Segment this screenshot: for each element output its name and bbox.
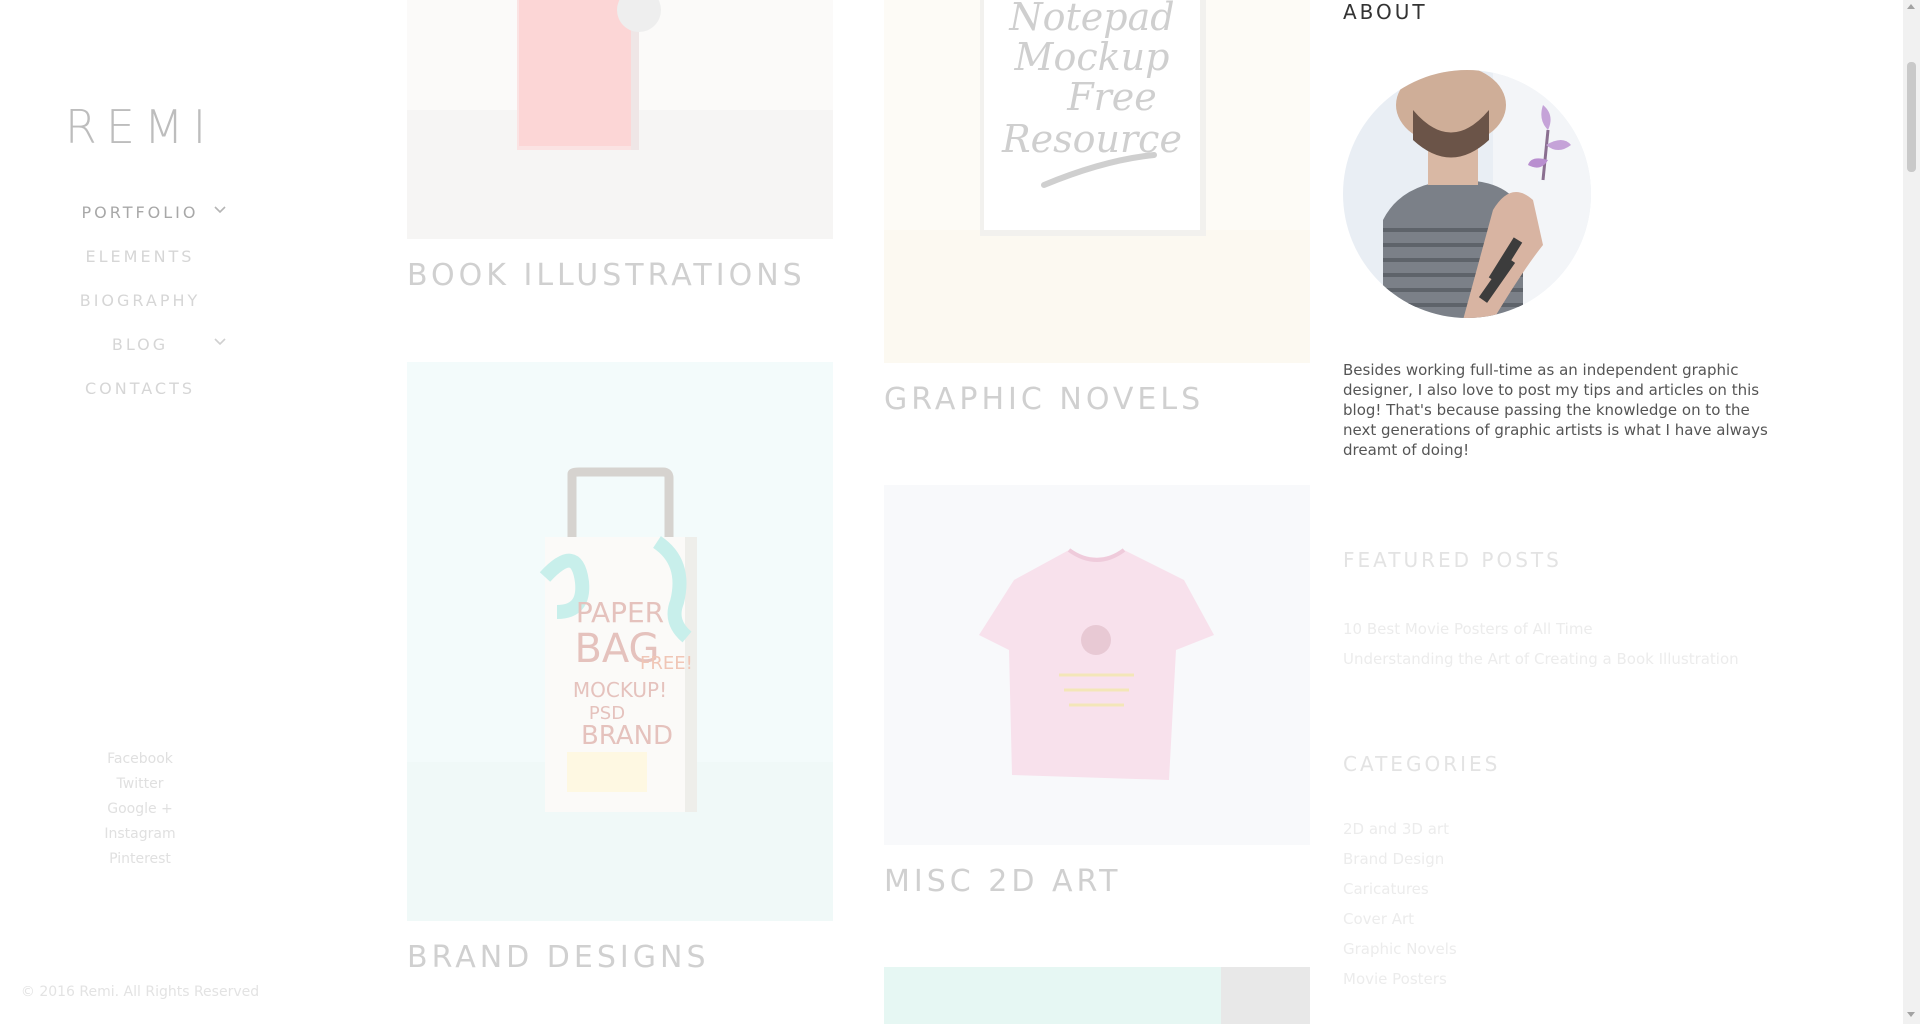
category-link[interactable]: Brand Design — [1343, 844, 1457, 874]
bag-word-6: BRAND — [581, 721, 673, 751]
scrollbar-thumb[interactable] — [1907, 62, 1916, 172]
social-link-google-plus[interactable]: Google + — [0, 797, 280, 822]
portfolio-image[interactable] — [407, 0, 833, 239]
paper-bag-mockup-image: PAPER BAG FREE! MOCKUP! PSD BRAND — [407, 467, 833, 921]
social-links: Facebook Twitter Google + Instagram Pint… — [0, 747, 280, 872]
category-link[interactable]: 2D and 3D art — [1343, 814, 1457, 844]
social-link-facebook[interactable]: Facebook — [0, 747, 280, 772]
about-title: ABOUT — [1343, 0, 1428, 24]
portfolio-item-next[interactable] — [884, 967, 1310, 1024]
portfolio-title[interactable]: BOOK ILLUSTRATIONS — [407, 258, 806, 293]
featured-posts-title: FEATURED POSTS — [1343, 548, 1562, 572]
nav-item-label: CONTACTS — [84, 378, 196, 398]
portfolio-title[interactable]: MISC 2D ART — [884, 864, 1122, 899]
portfolio-item-misc-2d-art[interactable]: MISC 2D ART — [884, 485, 1310, 905]
notepad-word-1: Notepad — [1008, 0, 1174, 39]
portfolio-title[interactable]: GRAPHIC NOVELS — [884, 382, 1204, 417]
tshirt-mockup-image — [979, 548, 1214, 780]
categories-title: CATEGORIES — [1343, 752, 1501, 776]
category-link[interactable]: Cover Art — [1343, 904, 1457, 934]
portfolio-item-book-illustrations[interactable]: BOOK ILLUSTRATIONS — [407, 0, 833, 300]
portfolio-image[interactable]: Notepad Mockup Free Resource — [884, 0, 1310, 363]
main-nav: PORTFOLIO ELEMENTS BIOGRAPHY BLOG CONTAC… — [0, 190, 280, 410]
category-link[interactable]: Graphic Novels — [1343, 934, 1457, 964]
portfolio-item-graphic-novels[interactable]: Notepad Mockup Free Resource GRAPHIC NOV… — [884, 0, 1310, 420]
portfolio-image[interactable] — [884, 485, 1310, 845]
chevron-down-icon[interactable] — [212, 334, 228, 350]
author-photo — [1343, 70, 1591, 318]
portfolio-title[interactable]: BRAND DESIGNS — [407, 940, 710, 975]
notepad-word-3: Free — [1066, 75, 1157, 119]
nav-item-biography[interactable]: BIOGRAPHY — [0, 278, 280, 322]
book-mockup-image — [407, 0, 833, 239]
notepad-mockup-image: Notepad Mockup Free Resource — [884, 0, 1310, 363]
categories-list: 2D and 3D art Brand Design Caricatures C… — [1343, 814, 1457, 994]
nav-item-label: PORTFOLIO — [81, 202, 199, 222]
site-logo[interactable]: REMI — [0, 100, 280, 154]
social-link-twitter[interactable]: Twitter — [0, 772, 280, 797]
nav-item-contacts[interactable]: CONTACTS — [0, 366, 280, 410]
scroll-down-arrow-icon[interactable] — [1907, 1012, 1915, 1017]
bag-word-3: FREE! — [640, 653, 693, 674]
nav-item-blog[interactable]: BLOG — [0, 322, 280, 366]
category-link[interactable]: Movie Posters — [1343, 964, 1457, 994]
chevron-down-icon[interactable] — [212, 202, 228, 218]
featured-posts-list: 10 Best Movie Posters of All Time Unders… — [1343, 614, 1739, 674]
bag-word-1: PAPER — [576, 596, 664, 629]
left-sidebar: REMI PORTFOLIO ELEMENTS BIOGRAPHY BLOG C… — [0, 0, 280, 1024]
page-scrollbar[interactable] — [1903, 0, 1920, 1024]
nav-item-label: BLOG — [111, 334, 169, 354]
nav-item-elements[interactable]: ELEMENTS — [0, 234, 280, 278]
featured-post-link[interactable]: Understanding the Art of Creating a Book… — [1343, 644, 1739, 674]
portfolio-image[interactable] — [884, 967, 1310, 1024]
about-text: Besides working full-time as an independ… — [1343, 361, 1768, 459]
notepad-word-2: Mockup — [1014, 35, 1170, 79]
featured-post-link[interactable]: 10 Best Movie Posters of All Time — [1343, 614, 1739, 644]
bag-word-4: MOCKUP! — [573, 678, 667, 702]
scroll-up-arrow-icon[interactable] — [1907, 4, 1915, 9]
copyright-text: © 2016 Remi. All Rights Reserved — [20, 984, 260, 1000]
next-portfolio-image — [1221, 967, 1310, 1024]
portfolio-image[interactable]: PAPER BAG FREE! MOCKUP! PSD BRAND — [407, 362, 833, 921]
nav-item-portfolio[interactable]: PORTFOLIO — [0, 190, 280, 234]
nav-item-label: ELEMENTS — [85, 246, 195, 266]
portfolio-item-brand-designs[interactable]: PAPER BAG FREE! MOCKUP! PSD BRAND BRAND … — [407, 362, 833, 982]
category-link[interactable]: Caricatures — [1343, 874, 1457, 904]
nav-item-label: BIOGRAPHY — [79, 290, 201, 310]
social-link-pinterest[interactable]: Pinterest — [0, 847, 280, 872]
author-avatar — [1343, 70, 1591, 318]
social-link-instagram[interactable]: Instagram — [0, 822, 280, 847]
